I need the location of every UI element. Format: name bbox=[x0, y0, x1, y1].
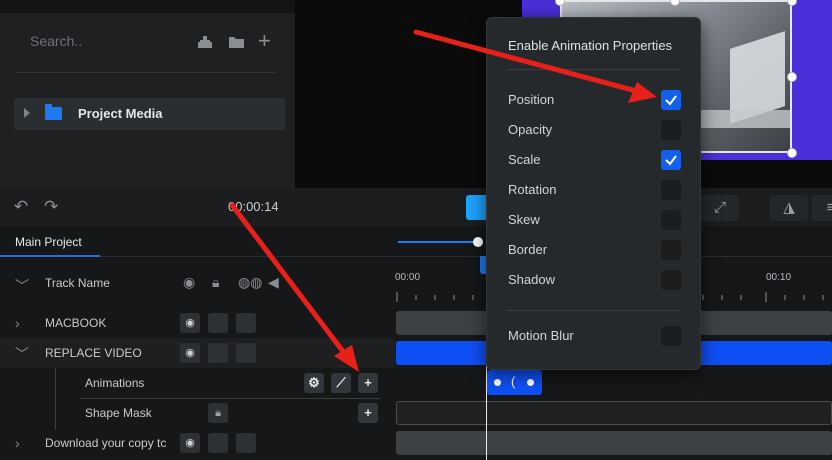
arrow-to-position-checkbox bbox=[413, 29, 643, 95]
annotation-arrows bbox=[229, 29, 657, 372]
app-root: Search.. + Project Media ↶ ↷ 00:00:14 ⤢ … bbox=[0, 0, 832, 460]
arrowhead-add-animation bbox=[334, 345, 359, 372]
arrow-to-add-animation bbox=[229, 202, 351, 361]
